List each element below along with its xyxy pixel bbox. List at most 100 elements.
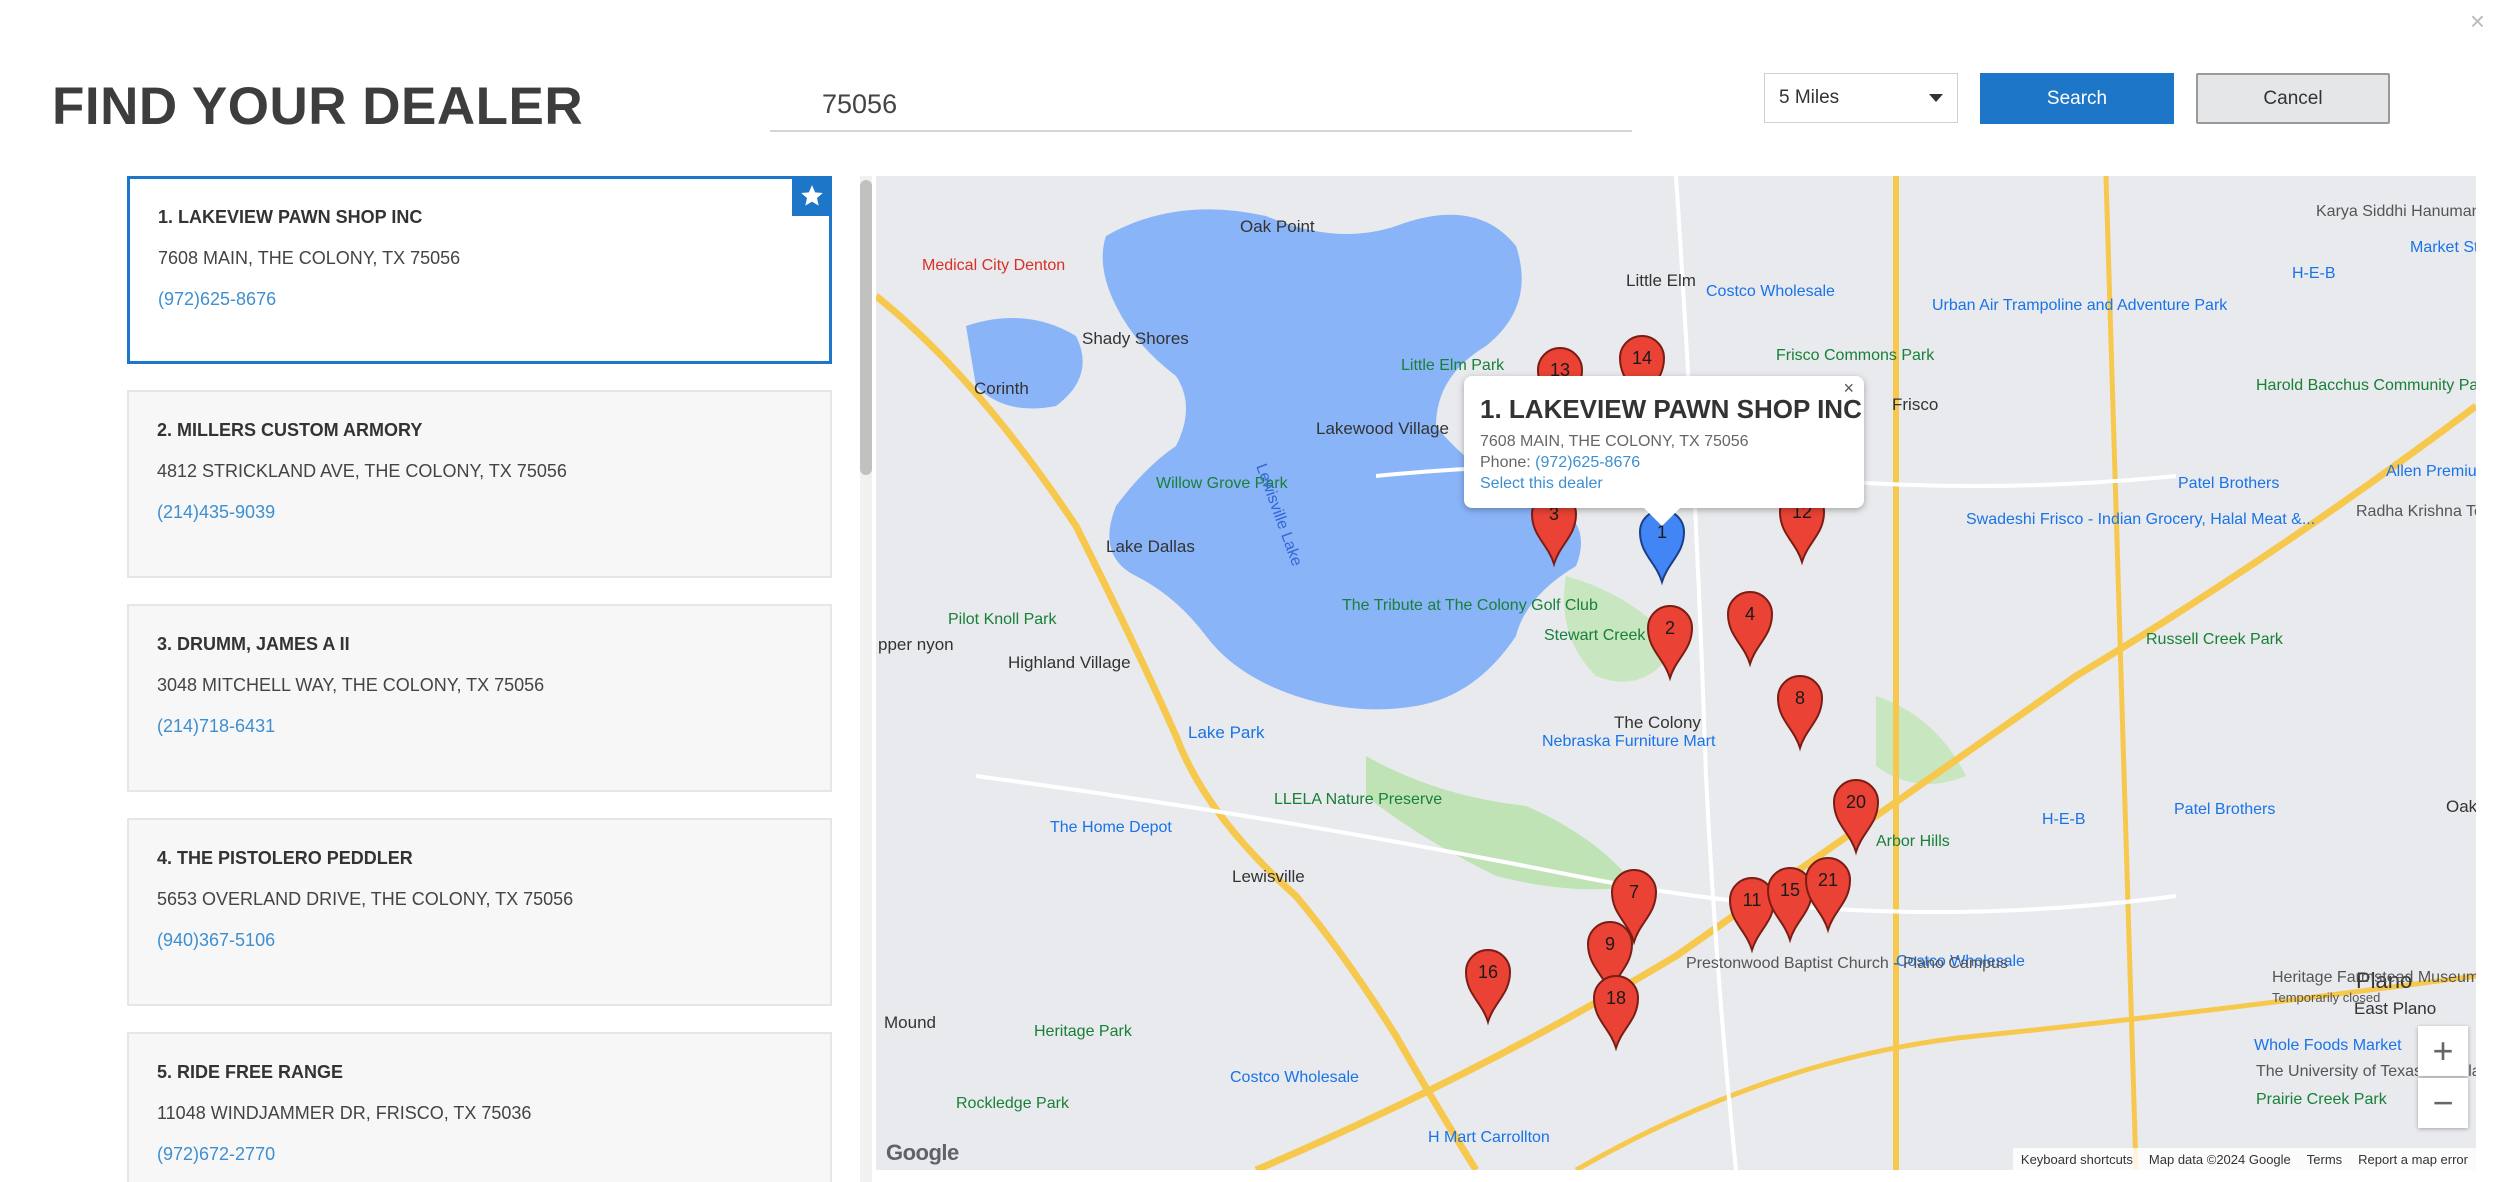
info-window-phone: Phone: (972)625-8676 — [1480, 454, 1848, 472]
map-label: Oak — [2446, 797, 2476, 816]
map-label: Market Street — [2410, 239, 2476, 256]
map-label: Frisco — [1892, 395, 1938, 414]
map-label: Lakewood Village — [1316, 419, 1449, 438]
map-label: Prairie Creek Park — [2256, 1091, 2388, 1108]
dealer-card[interactable]: 1. LAKEVIEW PAWN SHOP INC 7608 MAIN, THE… — [127, 176, 832, 364]
map[interactable]: Oak Point Little Elm Frisco Lake Dallas … — [876, 176, 2476, 1170]
map-label: Prestonwood Baptist Church - Plano Campu… — [1686, 955, 2008, 972]
dialog-close-button[interactable]: × — [2470, 8, 2485, 34]
cancel-button[interactable]: Cancel — [2196, 73, 2390, 124]
map-label: Frisco Commons Park — [1776, 347, 1935, 364]
dealer-phone-link[interactable]: (972)672-2770 — [157, 1144, 275, 1164]
select-dealer-link[interactable]: Select this dealer — [1480, 475, 1603, 492]
marker-label: 20 — [1846, 792, 1866, 812]
map-info-window: × 1. LAKEVIEW PAWN SHOP INC 7608 MAIN, T… — [1464, 376, 1864, 526]
map-label: Shady Shores — [1082, 329, 1189, 348]
map-label: Pilot Knoll Park — [948, 611, 1057, 628]
search-button[interactable]: Search — [1980, 73, 2174, 124]
dealer-card[interactable]: 3. DRUMM, JAMES A II 3048 MITCHELL WAY, … — [127, 604, 832, 792]
marker-label: 14 — [1632, 348, 1652, 368]
map-label: Highland Village — [1008, 653, 1131, 672]
dealer-phone-link[interactable]: (214)435-9039 — [157, 502, 275, 522]
map-label: Patel Brothers — [2174, 801, 2275, 818]
marker-label: 11 — [1743, 890, 1762, 910]
marker-label: 4 — [1745, 604, 1755, 624]
map-label: Mound — [884, 1013, 936, 1032]
keyboard-shortcuts-link[interactable]: Keyboard shortcuts — [2021, 1152, 2133, 1167]
dealer-card[interactable]: 4. THE PISTOLERO PEDDLER 5653 OVERLAND D… — [127, 818, 832, 1006]
google-logo: Google — [886, 1140, 959, 1165]
map-canvas[interactable]: Oak Point Little Elm Frisco Lake Dallas … — [876, 176, 2476, 1170]
report-map-error-link[interactable]: Report a map error — [2358, 1152, 2468, 1167]
marker-label: 9 — [1605, 934, 1615, 954]
map-label: Patel Brothers — [2178, 475, 2279, 492]
dealer-list-scrollbar[interactable] — [860, 176, 872, 1182]
map-label: Harold Bacchus Community Park — [2256, 377, 2476, 394]
zoom-out-button[interactable]: − — [2418, 1078, 2468, 1128]
map-label: H-E-B — [2292, 265, 2336, 282]
map-label: Rockledge Park — [956, 1095, 1070, 1112]
dealer-name: 4. THE PISTOLERO PEDDLER — [157, 848, 413, 868]
radius-select[interactable]: 5 Miles — [1764, 73, 1958, 123]
zip-search-field — [770, 78, 1632, 132]
map-label: Corinth — [974, 379, 1029, 398]
dealer-card[interactable]: 5. RIDE FREE RANGE 11048 WINDJAMMER DR, … — [127, 1032, 832, 1182]
info-window-close-button[interactable]: × — [1843, 378, 1854, 399]
dealer-address: 3048 MITCHELL WAY, THE COLONY, TX 75056 — [157, 675, 545, 695]
page-title: FIND YOUR DEALER — [52, 77, 584, 136]
map-label: Nebraska Furniture Mart — [1542, 733, 1716, 750]
map-label: Karya Siddhi Hanuman Temple — [2316, 203, 2476, 220]
map-label: The Home Depot — [1050, 819, 1172, 836]
info-window-address: 7608 MAIN, THE COLONY, TX 75056 — [1480, 433, 1749, 450]
map-label: Allen Premium O — [2386, 463, 2476, 480]
zip-search-input[interactable] — [770, 78, 1632, 130]
zoom-in-button[interactable]: + — [2418, 1026, 2468, 1076]
dealer-card[interactable]: 2. MILLERS CUSTOM ARMORY 4812 STRICKLAND… — [127, 390, 832, 578]
info-window-title: 1. LAKEVIEW PAWN SHOP INC — [1480, 394, 1862, 424]
map-label: Swadeshi Frisco - Indian Grocery, Halal … — [1966, 511, 2315, 528]
marker-label: 2 — [1665, 618, 1675, 638]
map-label: Costco Wholesale — [1230, 1069, 1359, 1086]
dealer-name: 3. DRUMM, JAMES A II — [157, 634, 350, 654]
dealer-address: 11048 WINDJAMMER DR, FRISCO, TX 75036 — [157, 1103, 532, 1123]
dealer-phone-link[interactable]: (214)718-6431 — [157, 716, 275, 736]
map-label: The Colony — [1614, 713, 1701, 732]
map-label: Arbor Hills — [1876, 833, 1950, 850]
scrollbar-thumb[interactable] — [860, 180, 872, 475]
map-label: Urban Air Trampoline and Adventure Park — [1932, 297, 2228, 314]
dealer-address: 7608 MAIN, THE COLONY, TX 75056 — [158, 248, 461, 268]
marker-label: 7 — [1629, 882, 1639, 902]
marker-label: 21 — [1818, 870, 1838, 890]
map-label: Lewisville — [1232, 867, 1305, 886]
chevron-down-icon — [1929, 94, 1943, 102]
map-label: Russell Creek Park — [2146, 631, 2284, 648]
map-label: Lake Dallas — [1106, 537, 1195, 556]
info-window-phone-link[interactable]: (972)625-8676 — [1535, 454, 1640, 471]
dealer-name: 2. MILLERS CUSTOM ARMORY — [157, 420, 423, 440]
dealer-address: 5653 OVERLAND DRIVE, THE COLONY, TX 7505… — [157, 889, 574, 909]
terms-link[interactable]: Terms — [2307, 1152, 2342, 1167]
dealer-name: 1. LAKEVIEW PAWN SHOP INC — [158, 207, 423, 227]
map-label: Radha Krishna Temple of Dallas — [2356, 503, 2476, 520]
marker-label: 18 — [1606, 988, 1626, 1008]
map-label: Little Elm — [1626, 271, 1696, 290]
info-window-select: Select this dealer — [1480, 475, 1848, 493]
dealer-phone-link[interactable]: (972)625-8676 — [158, 289, 276, 309]
dealer-phone-link[interactable]: (940)367-5106 — [157, 930, 275, 950]
map-label: Temporarily closed — [2272, 990, 2380, 1005]
map-label: Costco Wholesale — [1706, 283, 1835, 300]
map-label: Little Elm Park — [1401, 357, 1505, 374]
marker-label: 15 — [1780, 880, 1800, 900]
map-footer: Keyboard shortcuts Map data ©2024 Google… — [2012, 1148, 2476, 1170]
map-label: Lake Park — [1188, 723, 1265, 742]
map-label: Oak Point — [1240, 217, 1315, 236]
radius-select-value: 5 Miles — [1779, 87, 1840, 108]
dealer-name: 5. RIDE FREE RANGE — [157, 1062, 344, 1082]
map-label: Heritage Park — [1034, 1023, 1133, 1040]
map-data-attribution: Map data ©2024 Google — [2148, 1151, 2291, 1167]
map-label: H-E-B — [2042, 811, 2086, 828]
map-label: LLELA Nature Preserve — [1274, 791, 1442, 808]
favorite-badge[interactable] — [792, 176, 832, 216]
map-label: The Tribute at The Colony Golf Club — [1342, 597, 1598, 614]
map-label: Medical City Denton — [922, 257, 1065, 274]
